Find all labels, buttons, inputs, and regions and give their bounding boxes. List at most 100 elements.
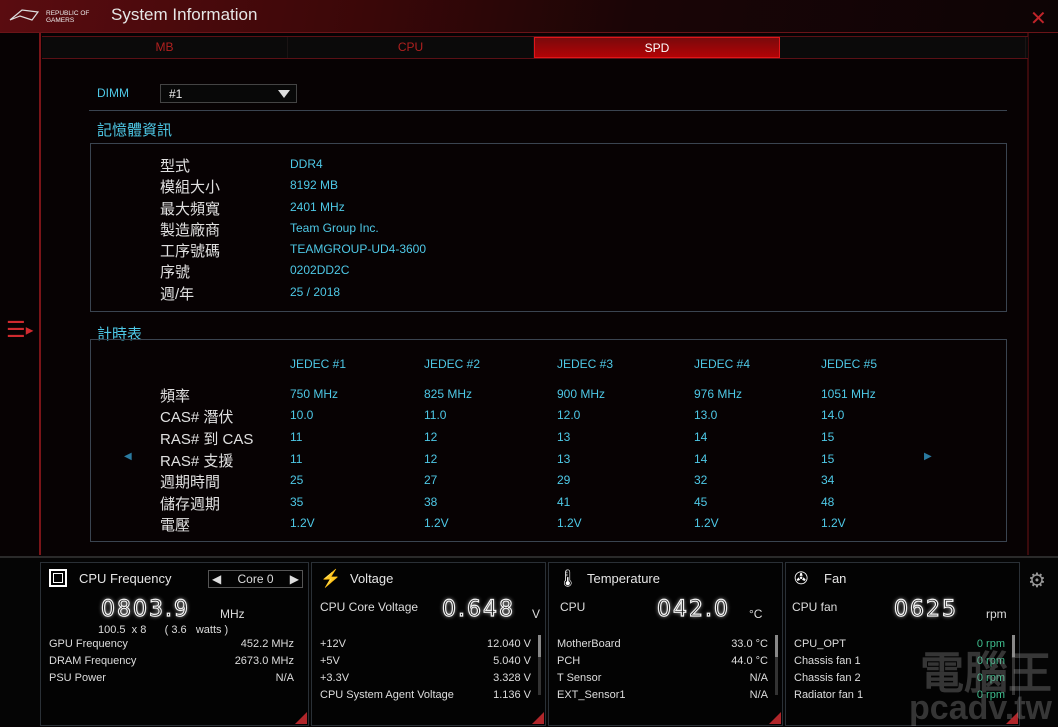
sensor-label: EXT_Sensor1	[557, 689, 626, 701]
timing-value: 1.2V	[557, 516, 582, 530]
sensor-label: MotherBoard	[557, 638, 621, 650]
timing-label: CAS# 潛伏	[160, 409, 234, 426]
timing-column-header: JEDEC #3	[557, 357, 614, 371]
settings-gear-icon[interactable]: ⚙	[1028, 568, 1046, 593]
timing-value: 25	[290, 473, 304, 487]
sensor-label: Radiator fan 1	[794, 689, 864, 701]
expand-corner-icon[interactable]	[295, 712, 307, 724]
sensor-row: +5V 5.040 V	[320, 655, 531, 667]
unit: rpm	[986, 607, 1007, 621]
tab-spd[interactable]: SPD	[534, 37, 780, 58]
dimm-label: DIMM	[97, 86, 129, 100]
timing-column-header: JEDEC #1	[290, 357, 347, 371]
panel-title: Voltage	[350, 571, 394, 586]
timing-value: 976 MHz	[694, 387, 743, 401]
multiplier-info: 100.5 x 8 ( 3.6 watts )	[98, 624, 229, 636]
timing-column-header: JEDEC #2	[424, 357, 481, 371]
tab-cpu[interactable]: CPU	[288, 37, 534, 58]
timing-value: 825 MHz	[424, 387, 473, 401]
dimm-select[interactable]: #1	[160, 84, 297, 103]
timing-value: 32	[694, 473, 708, 487]
divider	[89, 110, 1007, 111]
sensor-row: +3.3V 3.328 V	[320, 672, 531, 684]
close-icon[interactable]: ✕	[1030, 6, 1047, 31]
scrollbar-track	[1027, 33, 1029, 555]
prev-core-icon[interactable]: ◀	[212, 571, 221, 587]
cpu-frequency-panel: CPU Frequency ◀ Core 0 ▶ 0803.9 MHz 100.5 …	[40, 562, 309, 726]
timing-value: 45	[694, 495, 708, 509]
sensor-value: N/A	[275, 672, 294, 684]
title-bar: REPUBLIC OF GAMERS System Information ✕	[0, 0, 1058, 33]
memory-value: TEAMGROUP-UD4-3600	[290, 242, 427, 256]
memory-value: 0202DD2C	[290, 263, 350, 277]
scrollbar[interactable]	[775, 635, 778, 695]
timing-label: 週期時間	[160, 474, 221, 491]
timing-value: 14.0	[821, 408, 845, 422]
memory-label: 週/年	[160, 286, 195, 303]
sensor-label: GPU Frequency	[49, 638, 128, 650]
main-label: CPU	[560, 600, 586, 614]
sensor-value: 5.040 V	[493, 655, 531, 667]
sensor-label: PCH	[557, 655, 581, 667]
sensor-value: N/A	[749, 672, 768, 684]
prev-arrow-icon[interactable]: ◀	[124, 451, 132, 462]
timing-value: 11	[290, 430, 303, 444]
timing-value: 14	[694, 430, 708, 444]
sensor-row: MotherBoard 33.0 °C	[557, 638, 768, 650]
core-selector[interactable]: ◀ Core 0 ▶	[208, 570, 303, 588]
memory-label: 型式	[160, 158, 191, 175]
sensor-row: DRAM Frequency 2673.0 MHz	[49, 655, 294, 667]
watermark-line1: 電腦王	[920, 648, 1052, 698]
sensor-row: CPU System Agent Voltage 1.136 V	[320, 689, 531, 701]
thermometer-icon: 🌡	[557, 569, 579, 588]
memory-info-title: 記憶體資訊	[97, 122, 173, 139]
lightning-icon: ⚡	[320, 569, 342, 588]
scrollbar[interactable]	[538, 635, 541, 695]
sensor-label: Chassis fan 2	[794, 672, 861, 684]
sensor-label: CPU System Agent Voltage	[320, 689, 454, 701]
timing-value: 34	[821, 473, 835, 487]
sensor-row: PSU Power N/A	[49, 672, 294, 684]
next-core-icon[interactable]: ▶	[290, 571, 299, 587]
timing-value: 1051 MHz	[821, 387, 876, 401]
core-value: Core 0	[237, 572, 274, 586]
timing-value: 11.0	[424, 408, 447, 422]
tab-mb[interactable]: MB	[42, 37, 288, 58]
svg-text:GAMERS: GAMERS	[46, 17, 75, 24]
sensor-label: DRAM Frequency	[49, 655, 137, 667]
timing-label: 電壓	[160, 517, 191, 534]
memory-label: 最大頻寬	[160, 201, 221, 218]
sensor-label: +5V	[320, 655, 340, 667]
timing-value: 13	[557, 452, 571, 466]
timing-value: 11	[290, 452, 303, 466]
timing-label: RAS# 到 CAS	[160, 431, 254, 448]
unit: MHz	[220, 607, 245, 621]
expand-corner-icon[interactable]	[769, 712, 781, 724]
memory-info-box	[90, 143, 1007, 312]
tab-empty[interactable]	[780, 37, 1026, 58]
timing-value: 1.2V	[694, 516, 719, 530]
memory-value: DDR4	[290, 157, 323, 171]
hamburger-menu-icon[interactable]: ☰▶	[6, 317, 33, 343]
memory-value: 2401 MHz	[290, 200, 345, 214]
timing-value: 13.0	[694, 408, 718, 422]
sensor-value: 3.328 V	[493, 672, 531, 684]
timing-value: 29	[557, 473, 571, 487]
dimm-selected-value: #1	[169, 87, 183, 101]
timing-value: 35	[290, 495, 304, 509]
timing-label: 頻率	[160, 388, 191, 405]
window-title: System Information	[111, 5, 258, 24]
sensor-value: 1.136 V	[493, 689, 531, 701]
timing-value: 750 MHz	[290, 387, 339, 401]
svg-text:REPUBLIC OF: REPUBLIC OF	[46, 10, 89, 17]
chevron-down-icon	[278, 90, 290, 98]
sensor-value: 44.0 °C	[731, 655, 768, 667]
expand-corner-icon[interactable]	[532, 712, 544, 724]
sensor-label: PSU Power	[49, 672, 106, 684]
timing-label: RAS# 支援	[160, 453, 234, 470]
timing-value: 12.0	[557, 408, 581, 422]
next-arrow-icon[interactable]: ▶	[924, 451, 932, 462]
panel-title: CPU Frequency	[79, 571, 172, 586]
panel-title: Temperature	[587, 571, 660, 586]
unit: °C	[749, 607, 763, 621]
